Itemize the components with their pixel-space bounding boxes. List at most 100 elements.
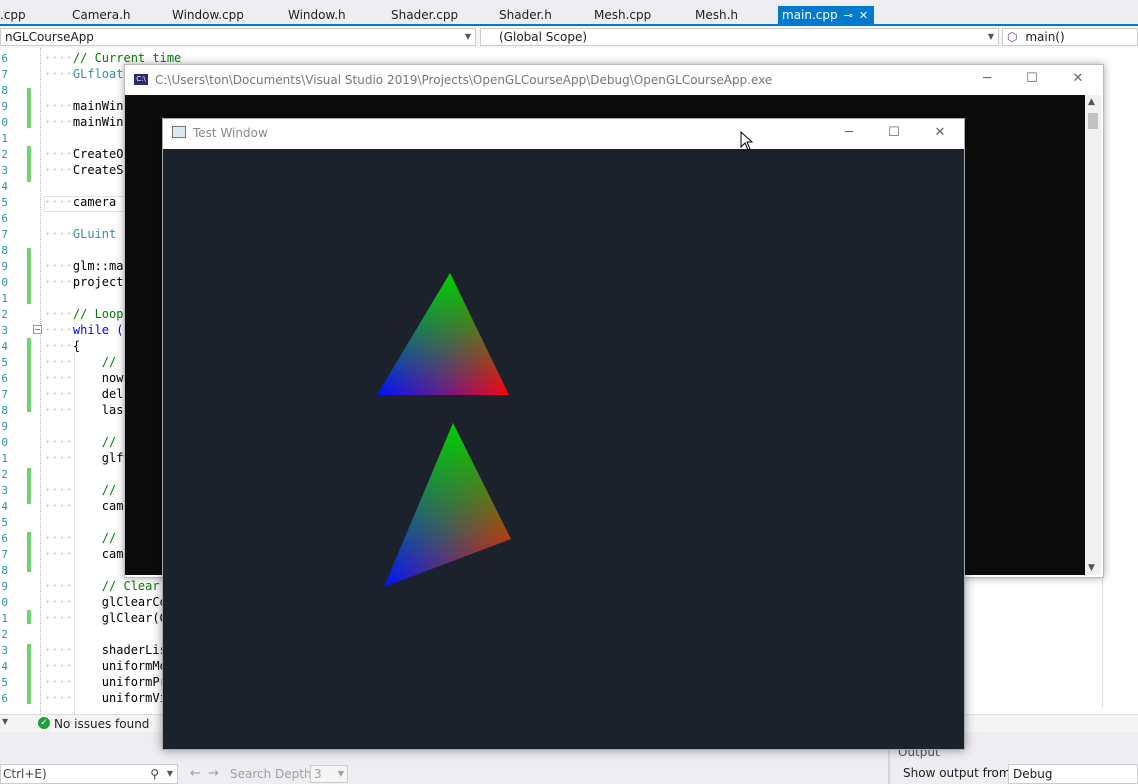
code-text: // G xyxy=(72,355,131,369)
code-line[interactable]: ····GLuint u xyxy=(44,227,131,241)
chevron-down-icon[interactable]: ▼ xyxy=(2,717,8,726)
code-line[interactable]: ···· now xyxy=(44,371,123,385)
test-window[interactable]: Test Window ─ ☐ ✕ xyxy=(162,118,965,750)
whitespace-marker: ···· xyxy=(44,275,73,289)
whitespace-marker: ···· xyxy=(44,307,73,321)
chevron-down-icon[interactable]: ▼ xyxy=(167,765,173,783)
tab-mesh-h[interactable]: Mesh.h xyxy=(695,6,738,24)
code-line[interactable]: ···· delt xyxy=(44,387,131,401)
line-number: 3 xyxy=(1,484,8,497)
issues-status[interactable]: No issues found xyxy=(54,717,149,731)
show-output-label: Show output from: xyxy=(903,766,1015,780)
line-number: 4 xyxy=(1,180,8,193)
code-line[interactable]: ···· came xyxy=(44,499,131,513)
whitespace-marker: ···· xyxy=(44,147,73,161)
method-icon: ⬡ xyxy=(1007,30,1018,44)
code-line[interactable]: ···· glClearCo xyxy=(44,595,167,609)
code-text: GLfloat xyxy=(72,67,124,81)
tab-shader-h[interactable]: Shader.h xyxy=(499,6,552,24)
search-input[interactable]: Ctrl+E) ⚲ ▼ xyxy=(0,764,178,784)
scrollbar-thumb[interactable] xyxy=(1088,113,1098,129)
code-line[interactable]: ····while ( xyxy=(44,323,123,337)
code-line[interactable]: ···· came xyxy=(44,547,131,561)
maximize-icon[interactable]: ☐ xyxy=(885,124,903,142)
line-number: 7 xyxy=(1,548,8,561)
line-number: 9 xyxy=(1,100,8,113)
code-line[interactable]: ···· // C xyxy=(44,531,131,545)
code-line[interactable]: ···· // G xyxy=(44,435,131,449)
close-icon[interactable]: ✕ xyxy=(1069,70,1087,88)
close-icon[interactable]: ✕ xyxy=(931,124,949,142)
code-line[interactable]: ····// Current time xyxy=(44,51,181,65)
tab-window-cpp[interactable]: Window.cpp xyxy=(172,6,244,24)
chevron-down-icon: ▼ xyxy=(337,769,344,778)
close-tab-icon[interactable]: ✕ xyxy=(859,7,868,25)
code-line[interactable]: ···· last xyxy=(44,403,131,417)
scope-dropdown[interactable]: (Global Scope) ▼ xyxy=(480,28,999,46)
tab-main-cpp[interactable]: main.cpp ⊸ ✕ xyxy=(778,6,874,26)
line-number: 9 xyxy=(1,260,8,273)
minimize-icon[interactable]: ─ xyxy=(978,70,996,88)
minimize-icon[interactable]: ─ xyxy=(840,124,858,142)
search-icon[interactable]: ⚲ xyxy=(150,765,159,783)
code-line[interactable]: ···· uniformMo xyxy=(44,659,167,673)
code-line[interactable]: ····glm::mat xyxy=(44,259,131,273)
whitespace-marker: ···· xyxy=(44,675,73,689)
code-line[interactable]: ···· uniformPr xyxy=(44,675,167,689)
code-line[interactable]: ···· glClear(G xyxy=(44,611,167,625)
whitespace-marker: ···· xyxy=(44,67,73,81)
forward-arrow-icon[interactable]: → xyxy=(208,766,219,781)
code-line[interactable]: ···· // Clear xyxy=(44,579,160,593)
code-line[interactable]: ····GLfloat xyxy=(44,67,123,81)
code-line[interactable]: ···· glfw xyxy=(44,451,131,465)
gl-render-area[interactable] xyxy=(163,149,964,749)
code-line[interactable]: ···· shaderLis xyxy=(44,643,167,657)
triangle-bottom xyxy=(384,423,511,587)
back-arrow-icon[interactable]: ← xyxy=(190,766,201,781)
code-line[interactable]: ····projecti xyxy=(44,275,131,289)
code-text: CreateOb xyxy=(72,147,131,161)
code-text: now xyxy=(72,371,124,385)
whitespace-marker: ···· xyxy=(44,339,73,353)
console-title: C:\Users\ton\Documents\Visual Studio 201… xyxy=(155,73,773,87)
tab-mesh-cpp[interactable]: Mesh.cpp xyxy=(594,6,651,24)
line-number: 3 xyxy=(1,164,8,177)
code-line[interactable]: ····CreateSh xyxy=(44,163,131,177)
console-scrollbar[interactable]: ▲ ▼ xyxy=(1085,95,1101,575)
project-dropdown[interactable]: nGLCourseApp ▼ xyxy=(0,28,476,46)
maximize-icon[interactable]: ☐ xyxy=(1023,70,1041,88)
code-line[interactable]: ····mainWind xyxy=(44,99,131,113)
code-text: while ( xyxy=(72,323,124,337)
tab-shader-cpp[interactable]: Shader.cpp xyxy=(391,6,458,24)
whitespace-marker: ···· xyxy=(44,51,73,65)
code-line[interactable]: ····mainWind xyxy=(44,115,131,129)
line-number: 7 xyxy=(1,228,8,241)
search-depth-dropdown[interactable]: 3 ▼ xyxy=(310,765,348,783)
code-line[interactable]: ····{ xyxy=(44,339,80,353)
tab-window-h[interactable]: Window.h xyxy=(288,6,346,24)
test-window-titlebar[interactable]: Test Window ─ ☐ ✕ xyxy=(163,119,964,149)
code-line[interactable]: ····CreateOb xyxy=(44,147,131,161)
code-line[interactable]: ····// Loop xyxy=(44,307,123,321)
collapse-toggle[interactable]: − xyxy=(33,325,42,334)
scope-dropdown-value: (Global Scope) xyxy=(499,30,588,44)
console-icon: C:\ xyxy=(134,74,148,85)
whitespace-marker: ···· xyxy=(44,499,73,513)
line-number: 7 xyxy=(1,68,8,81)
line-number: 6 xyxy=(1,212,8,225)
line-number: 1 xyxy=(1,132,8,145)
code-text: // C xyxy=(72,531,131,545)
tab-cpp[interactable]: .cpp xyxy=(0,6,26,24)
code-line[interactable]: ···· uniformVi xyxy=(44,691,167,705)
scroll-down-icon[interactable]: ▼ xyxy=(1088,563,1095,573)
pin-icon[interactable]: ⊸ xyxy=(844,7,853,25)
member-dropdown[interactable]: ⬡ main() xyxy=(1002,28,1138,46)
code-line[interactable]: ···· // G xyxy=(44,355,131,369)
output-source-dropdown[interactable]: Debug xyxy=(1008,764,1138,784)
search-depth-value: 3 xyxy=(314,767,322,781)
console-titlebar[interactable]: C:\ C:\Users\ton\Documents\Visual Studio… xyxy=(125,65,1101,95)
code-text: // Loop xyxy=(72,307,124,321)
code-line[interactable]: ···· // C xyxy=(44,483,131,497)
scroll-up-icon[interactable]: ▲ xyxy=(1088,97,1095,107)
tab-camera-h[interactable]: Camera.h xyxy=(72,6,131,24)
